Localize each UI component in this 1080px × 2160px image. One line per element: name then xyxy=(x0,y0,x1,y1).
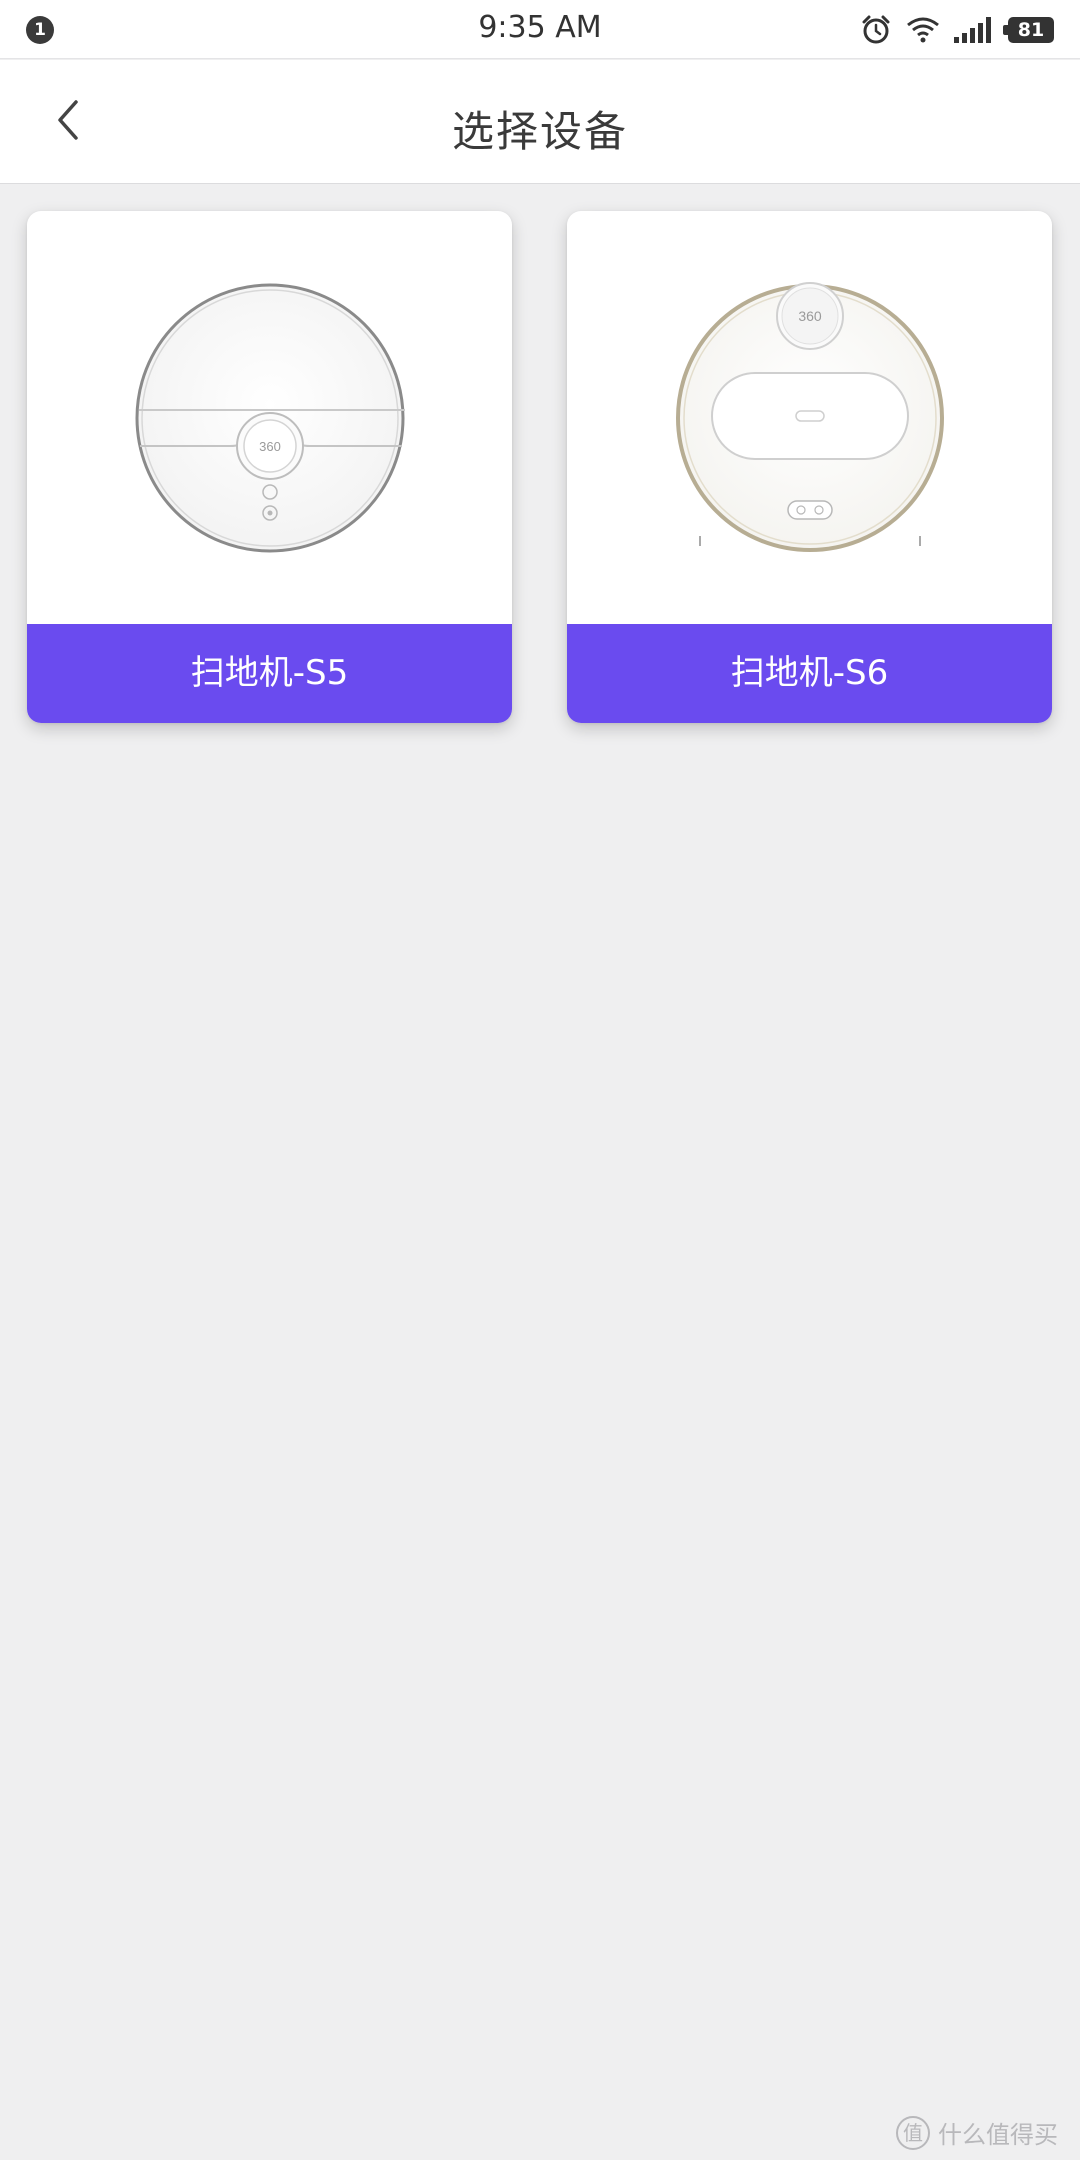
status-bar: 1 9:35 AM 81 xyxy=(0,0,1080,59)
device-card-s5[interactable]: 360 扫地机-S5 xyxy=(27,211,512,723)
battery-icon: 81 xyxy=(1003,17,1054,43)
robot-vacuum-s6-image: 360 xyxy=(567,211,1052,624)
brand-mark-s5: 360 xyxy=(259,439,281,454)
device-label-s6: 扫地机-S6 xyxy=(567,624,1052,723)
device-label-s5: 扫地机-S5 xyxy=(27,624,512,723)
alarm-icon xyxy=(860,14,892,46)
robot-vacuum-s5-image: 360 xyxy=(27,211,512,624)
signal-icon xyxy=(954,17,994,43)
watermark: 值 什么值得买 xyxy=(896,2115,1058,2150)
nav-bar: 选择设备 xyxy=(0,60,1080,184)
device-card-s6[interactable]: 360 扫地机-S6 xyxy=(567,211,1052,723)
wifi-icon xyxy=(906,16,940,44)
status-icons: 81 xyxy=(860,12,1054,48)
brand-mark-s6: 360 xyxy=(798,308,822,324)
watermark-text: 什么值得买 xyxy=(938,2121,1058,2149)
watermark-logo: 值 xyxy=(896,2115,930,2150)
page-title: 选择设备 xyxy=(451,107,628,156)
